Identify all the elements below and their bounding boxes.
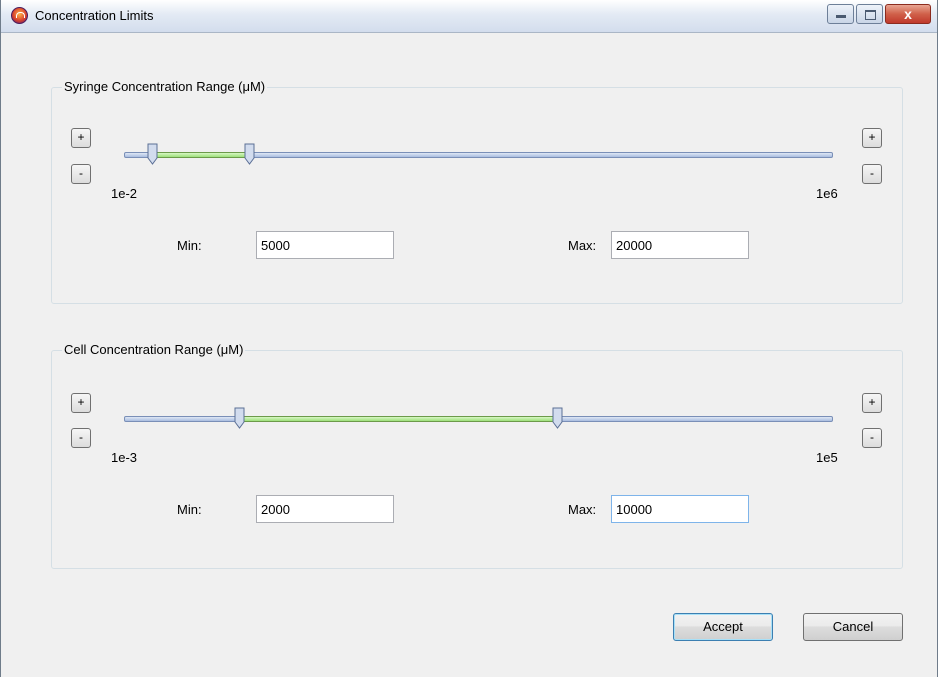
cell-min-thumb[interactable]	[234, 407, 245, 429]
cell-min-increment-button[interactable]: +	[71, 393, 91, 413]
close-button[interactable]: x	[885, 4, 931, 24]
cell-group-title: Cell Concentration Range (μM)	[62, 342, 246, 357]
close-icon: x	[904, 6, 912, 22]
syringe-min-increment-button[interactable]: +	[71, 128, 91, 148]
syringe-range-group: Syringe Concentration Range (μM)	[51, 79, 903, 304]
accept-button[interactable]: Accept	[673, 613, 773, 641]
cell-scale-max-label: 1e5	[816, 450, 838, 465]
minimize-button[interactable]	[827, 4, 854, 24]
syringe-max-label: Max:	[568, 238, 597, 253]
cell-min-decrement-button[interactable]: -	[71, 428, 91, 448]
syringe-min-decrement-button[interactable]: -	[71, 164, 91, 184]
syringe-selected-range	[153, 152, 249, 158]
maximize-button[interactable]	[856, 4, 883, 24]
cell-max-label: Max:	[568, 502, 597, 517]
cell-scale-min-label: 1e-3	[111, 450, 138, 465]
syringe-max-thumb[interactable]	[244, 143, 255, 165]
maximize-icon	[865, 10, 876, 20]
cell-range-group: Cell Concentration Range (μM)	[51, 342, 903, 569]
minimize-icon	[836, 15, 846, 18]
cell-max-field[interactable]	[611, 495, 749, 523]
syringe-min-thumb[interactable]	[147, 143, 158, 165]
cell-max-thumb[interactable]	[552, 407, 563, 429]
cell-max-decrement-button[interactable]: -	[862, 428, 882, 448]
syringe-max-decrement-button[interactable]: -	[862, 164, 882, 184]
cell-min-label: Min:	[177, 502, 202, 517]
syringe-min-field[interactable]	[256, 231, 394, 259]
cancel-button[interactable]: Cancel	[803, 613, 903, 641]
app-icon	[11, 7, 28, 24]
syringe-group-title: Syringe Concentration Range (μM)	[62, 79, 268, 94]
cell-max-increment-button[interactable]: +	[862, 393, 882, 413]
concentration-limits-dialog: Concentration Limits x Syringe Concentra…	[0, 0, 938, 677]
syringe-min-label: Min:	[177, 238, 202, 253]
window-title: Concentration Limits	[35, 8, 154, 23]
syringe-max-field[interactable]	[611, 231, 749, 259]
syringe-max-increment-button[interactable]: +	[862, 128, 882, 148]
syringe-scale-max-label: 1e6	[816, 186, 838, 201]
syringe-scale-min-label: 1e-2	[111, 186, 138, 201]
cell-selected-range	[240, 416, 557, 422]
cell-min-field[interactable]	[256, 495, 394, 523]
title-bar[interactable]: Concentration Limits x	[1, 0, 937, 33]
